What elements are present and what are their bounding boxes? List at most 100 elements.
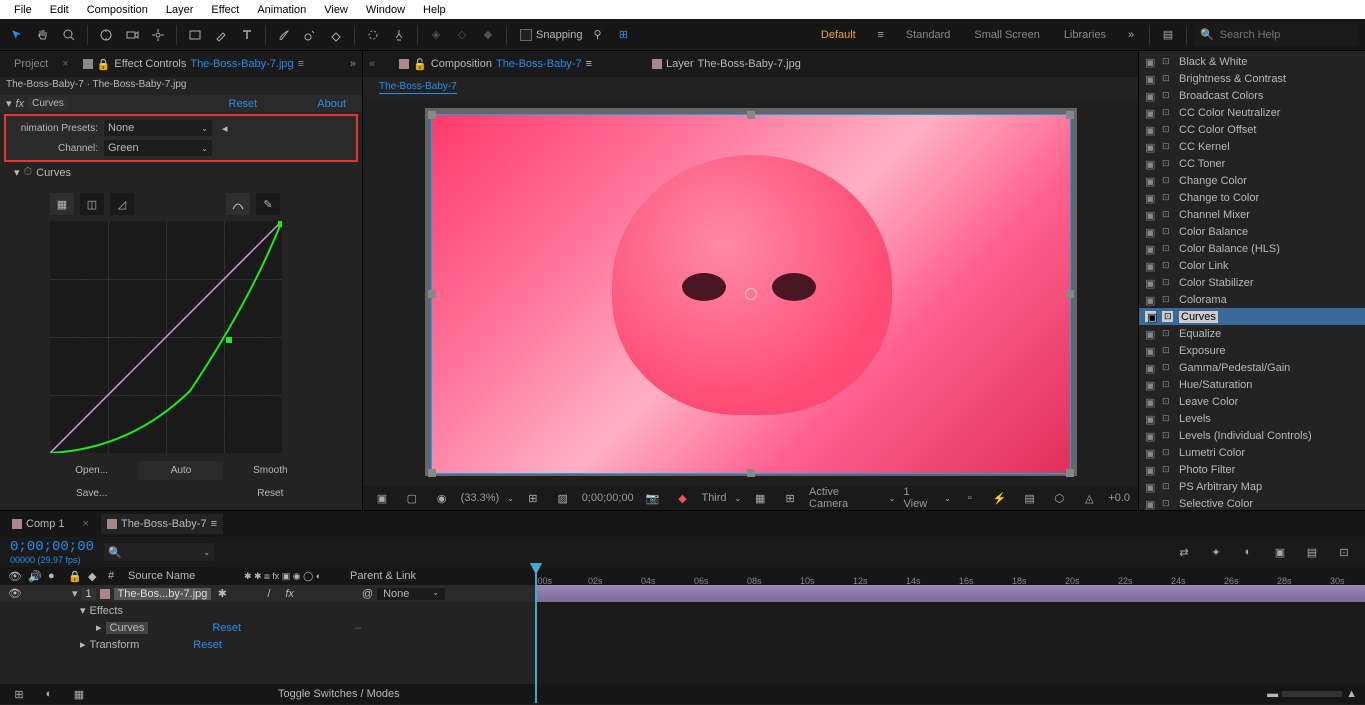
local-axis-icon[interactable]: ◈ xyxy=(425,24,447,46)
fx-item-cc-color-neutralizer[interactable]: ▣⊡CC Color Neutralizer xyxy=(1139,104,1365,121)
hand-tool-icon[interactable] xyxy=(32,24,54,46)
grid-icon[interactable]: ⊞ xyxy=(779,487,801,509)
fx-item-color-balance[interactable]: ▣⊡Color Balance xyxy=(1139,223,1365,240)
fx-item-curves[interactable]: ▣⊡Curves xyxy=(1139,308,1365,325)
draft-icon[interactable]: ✦ xyxy=(1205,541,1227,563)
workspace-standard[interactable]: Standard xyxy=(896,29,961,41)
parent-link-header[interactable]: Parent & Link xyxy=(350,570,416,582)
menu-animation[interactable]: Animation xyxy=(249,2,314,18)
selection-tool-icon[interactable] xyxy=(6,24,28,46)
workspace-small[interactable]: Small Screen xyxy=(964,29,1049,41)
zoom-dropdown[interactable]: (33.3%) xyxy=(461,492,500,504)
menu-help[interactable]: Help xyxy=(415,2,454,18)
snapping-checkbox[interactable] xyxy=(520,29,532,41)
fast-preview-icon[interactable]: ⚡ xyxy=(989,487,1011,509)
save-button[interactable]: Save... xyxy=(50,484,133,503)
parent-dropdown[interactable]: None⌄ xyxy=(377,588,445,600)
view-axis-icon[interactable]: ◆ xyxy=(477,24,499,46)
menu-window[interactable]: Window xyxy=(358,2,413,18)
fx-item-cc-toner[interactable]: ▣⊡CC Toner xyxy=(1139,155,1365,172)
brush-tool-icon[interactable] xyxy=(273,24,295,46)
fx-item-color-stabilizer[interactable]: ▣⊡Color Stabilizer xyxy=(1139,274,1365,291)
curve-grid-fine-icon[interactable]: ▦ xyxy=(50,193,74,215)
channel-icon[interactable]: ◆ xyxy=(672,487,694,509)
channel-dropdown[interactable]: Green⌄ xyxy=(104,140,212,156)
lock-icon[interactable]: 🔒 xyxy=(97,58,111,71)
menu-edit[interactable]: Edit xyxy=(42,2,77,18)
fx-item-color-link[interactable]: ▣⊡Color Link xyxy=(1139,257,1365,274)
fx-item-leave-color[interactable]: ▣⊡Leave Color xyxy=(1139,393,1365,410)
snapshot-icon[interactable]: 📷 xyxy=(642,487,664,509)
fx-item-broadcast-colors[interactable]: ▣⊡Broadcast Colors xyxy=(1139,87,1365,104)
guides-icon[interactable]: ▦ xyxy=(749,487,771,509)
fx-item-equalize[interactable]: ▣⊡Equalize xyxy=(1139,325,1365,342)
always-preview-icon[interactable]: ▣ xyxy=(371,487,393,509)
zoom-slider[interactable] xyxy=(1282,691,1342,697)
presets-dropdown[interactable]: None⌄ xyxy=(104,120,212,136)
fx-item-colorama[interactable]: ▣⊡Colorama xyxy=(1139,291,1365,308)
zoom-out-icon[interactable]: ▬ xyxy=(1267,688,1278,700)
timeline-search[interactable]: 🔍⌄ xyxy=(104,543,214,561)
mask-visibility-icon[interactable]: ◉ xyxy=(431,487,453,509)
graph-editor-icon[interactable]: ▤ xyxy=(1301,541,1323,563)
resolution-icon[interactable]: ⊞ xyxy=(522,487,544,509)
roto-tool-icon[interactable] xyxy=(362,24,384,46)
sync-icon[interactable]: ▤ xyxy=(1157,24,1179,46)
fx-item-cc-color-offset[interactable]: ▣⊡CC Color Offset xyxy=(1139,121,1365,138)
fx-item-ps-arbitrary-map[interactable]: ▣⊡PS Arbitrary Map xyxy=(1139,478,1365,495)
transform-label[interactable]: Transform xyxy=(90,639,140,651)
menu-file[interactable]: File xyxy=(6,2,40,18)
panel-overflow-icon[interactable]: » xyxy=(350,58,356,70)
workspace-default[interactable]: Default xyxy=(811,29,866,41)
expand-icon[interactable]: ⊞ xyxy=(8,683,30,705)
menu-composition[interactable]: Composition xyxy=(79,2,156,18)
view-dropdown[interactable]: 1 View xyxy=(904,486,937,510)
fx-item-color-balance-hls-[interactable]: ▣⊡Color Balance (HLS) xyxy=(1139,240,1365,257)
fx-item-change-to-color[interactable]: ▣⊡Change to Color xyxy=(1139,189,1365,206)
fx-item-lumetri-color[interactable]: ▣⊡Lumetri Color xyxy=(1139,444,1365,461)
panel-overflow-left-icon[interactable]: « xyxy=(369,58,375,70)
curve-grid-coarse-icon[interactable]: ◫ xyxy=(80,193,104,215)
clone-tool-icon[interactable] xyxy=(299,24,321,46)
reset-link[interactable]: Reset xyxy=(229,98,258,110)
pen-tool-icon[interactable] xyxy=(210,24,232,46)
video-col-icon[interactable]: 👁 xyxy=(8,570,22,583)
snap-menu-icon[interactable]: ⊞ xyxy=(613,24,635,46)
fx-item-black-white[interactable]: ▣⊡Black & White xyxy=(1139,53,1365,70)
fx-item-levels-individual-controls-[interactable]: ▣⊡Levels (Individual Controls) xyxy=(1139,427,1365,444)
eraser-tool-icon[interactable] xyxy=(325,24,347,46)
timeline-tab-comp1[interactable]: Comp 1 xyxy=(6,514,71,534)
fx-item-exposure[interactable]: ▣⊡Exposure xyxy=(1139,342,1365,359)
menu-layer[interactable]: Layer xyxy=(158,2,202,18)
composition-tab[interactable]: 🔓 Composition The-Boss-Baby-7 ≡ xyxy=(399,58,592,71)
pan-behind-tool-icon[interactable] xyxy=(147,24,169,46)
fx-item-gamma-pedestal-gain[interactable]: ▣⊡Gamma/Pedestal/Gain xyxy=(1139,359,1365,376)
layer-tab[interactable]: Layer The-Boss-Baby-7.jpg xyxy=(652,58,801,70)
frame-icon[interactable]: ▦ xyxy=(68,683,90,705)
shy-icon[interactable]: ⇄ xyxy=(1173,541,1195,563)
world-axis-icon[interactable]: ◇ xyxy=(451,24,473,46)
composition-viewer[interactable] xyxy=(431,114,1071,474)
exposure-value[interactable]: +0.0 xyxy=(1108,492,1130,504)
auto-button[interactable]: Auto xyxy=(139,461,222,480)
source-name-header[interactable]: Source Name xyxy=(128,570,238,582)
fx-toggle-icon[interactable]: ▾ xyxy=(6,97,12,110)
camera-tool-icon[interactable] xyxy=(121,24,143,46)
effect-name[interactable]: Curves xyxy=(28,97,68,110)
rect-tool-icon[interactable] xyxy=(184,24,206,46)
playhead[interactable] xyxy=(535,563,537,703)
effect-reset-link[interactable]: Reset xyxy=(212,622,241,634)
snapping-options-icon[interactable]: ⚲ xyxy=(587,24,609,46)
workspace-libraries[interactable]: Libraries xyxy=(1054,29,1116,41)
fx-item-hue-saturation[interactable]: ▣⊡Hue/Saturation xyxy=(1139,376,1365,393)
toggle-icon[interactable]: ◐ xyxy=(38,683,60,705)
open-button[interactable]: Open... xyxy=(50,461,133,480)
fx-item-levels[interactable]: ▣⊡Levels xyxy=(1139,410,1365,427)
layer-color-icon[interactable] xyxy=(100,589,110,599)
about-link[interactable]: About xyxy=(317,98,346,110)
pickwhip-icon[interactable]: @ xyxy=(362,588,373,600)
zoom-tool-icon[interactable] xyxy=(58,24,80,46)
fx-item-brightness-contrast[interactable]: ▣⊡Brightness & Contrast xyxy=(1139,70,1365,87)
comp-sub-tab[interactable]: The-Boss-Baby-7 xyxy=(379,81,457,94)
transparency-grid-icon[interactable]: ▢ xyxy=(401,487,423,509)
